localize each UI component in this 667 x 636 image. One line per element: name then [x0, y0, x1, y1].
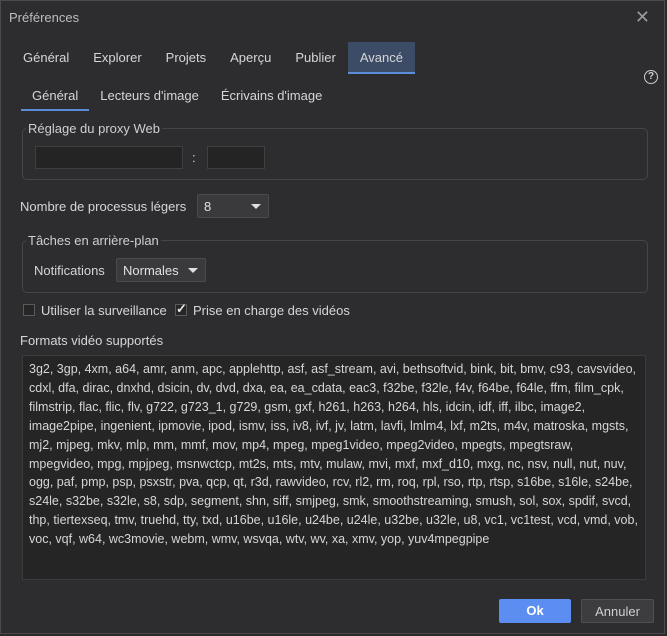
- tab-explorer[interactable]: Explorer: [81, 42, 153, 74]
- subtab-image-readers[interactable]: Lecteurs d'image: [89, 83, 210, 111]
- notifications-value: Normales: [123, 263, 179, 278]
- cancel-button[interactable]: Annuler: [581, 599, 654, 623]
- monitoring-label[interactable]: Utiliser la surveillance: [41, 303, 167, 318]
- notifications-select[interactable]: Normales: [116, 258, 206, 282]
- video-support-checkbox[interactable]: [175, 301, 187, 317]
- notifications-label: Notifications: [34, 263, 105, 278]
- close-icon[interactable]: ✕: [635, 7, 650, 27]
- monitoring-checkbox[interactable]: [23, 304, 35, 316]
- threads-value: 8: [204, 199, 212, 214]
- proxy-separator: :: [192, 150, 196, 165]
- subtab-image-writers[interactable]: Écrivains d'image: [210, 83, 333, 111]
- sub-tabs: Général Lecteurs d'image Écrivains d'ima…: [21, 83, 333, 111]
- video-support-label[interactable]: Prise en charge des vidéos: [193, 303, 350, 318]
- threads-select[interactable]: 8: [197, 194, 269, 218]
- formats-title: Formats vidéo supportés: [20, 333, 164, 348]
- formats-textarea[interactable]: 3g2, 3gp, 4xm, a64, amr, anm, apc, apple…: [22, 355, 646, 580]
- proxy-group-title: Réglage du proxy Web: [26, 121, 163, 136]
- tab-projets[interactable]: Projets: [154, 42, 218, 74]
- proxy-port-input[interactable]: [207, 146, 265, 169]
- tab-apercu[interactable]: Aperçu: [218, 42, 283, 74]
- background-group-title: Tâches en arrière-plan: [26, 233, 161, 248]
- main-tabs: Général Explorer Projets Aperçu Publier …: [11, 42, 415, 74]
- chevron-down-icon: [251, 204, 261, 209]
- ok-button[interactable]: Ok: [499, 599, 571, 623]
- preferences-dialog: Préférences ✕ Général Explorer Projets A…: [0, 0, 665, 634]
- titlebar: Préférences ✕: [1, 1, 664, 35]
- proxy-host-input[interactable]: [35, 146, 183, 169]
- tab-general[interactable]: Général: [11, 42, 81, 74]
- window-title: Préférences: [9, 10, 80, 25]
- threads-label: Nombre de processus légers: [20, 199, 187, 214]
- chevron-down-icon: [188, 268, 198, 273]
- tab-avance[interactable]: Avancé: [347, 42, 415, 74]
- tab-publier[interactable]: Publier: [283, 42, 347, 74]
- help-icon[interactable]: ?: [644, 70, 658, 84]
- subtab-general[interactable]: Général: [21, 83, 90, 111]
